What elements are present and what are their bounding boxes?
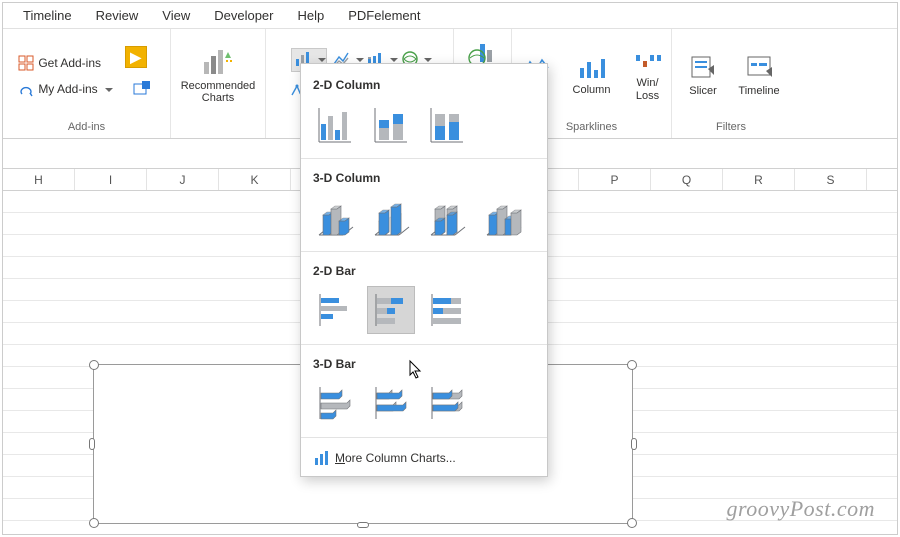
gallery-section-title: 2-D Bar <box>301 254 547 284</box>
chart-type-option[interactable] <box>367 379 415 427</box>
resize-handle[interactable] <box>89 518 99 528</box>
sparkline-column-icon <box>578 56 606 80</box>
chart-type-option[interactable] <box>311 286 359 334</box>
chart-type-option[interactable] <box>423 100 471 148</box>
resize-handle[interactable] <box>627 360 637 370</box>
more-column-charts-label: More Column Charts... <box>335 451 456 465</box>
resize-handle[interactable] <box>89 438 95 450</box>
sparkline-column-button[interactable]: Column <box>568 37 616 115</box>
timeline-label: Timeline <box>738 85 779 98</box>
watermark-text: groovyPost.com <box>726 496 875 522</box>
get-addins-button[interactable]: Get Add-ins <box>14 52 105 74</box>
tab-review[interactable]: Review <box>84 4 151 27</box>
more-column-charts-button[interactable]: More Column Charts... <box>301 440 547 476</box>
my-addins-label: My Add-ins <box>38 82 97 96</box>
chart-type-option[interactable] <box>367 100 415 148</box>
resize-handle[interactable] <box>357 522 369 528</box>
timeline-button[interactable]: Timeline <box>735 37 783 115</box>
get-addins-label: Get Add-ins <box>38 56 101 70</box>
tab-view[interactable]: View <box>150 4 202 27</box>
filters-group-label: Filters <box>716 119 746 136</box>
slicer-label: Slicer <box>689 85 717 98</box>
column-header[interactable] <box>867 169 900 190</box>
column-header[interactable]: H <box>3 169 75 190</box>
resize-handle[interactable] <box>631 438 637 450</box>
tab-help[interactable]: Help <box>286 4 337 27</box>
sparklines-group-label: Sparklines <box>566 119 617 136</box>
chart-type-option[interactable] <box>423 379 471 427</box>
chart-type-option[interactable] <box>311 193 359 241</box>
slicer-button[interactable]: Slicer <box>679 37 727 115</box>
sparkline-winloss-icon <box>634 49 662 73</box>
column-header[interactable]: K <box>219 169 291 190</box>
column-header[interactable]: P <box>579 169 651 190</box>
column-header[interactable]: Q <box>651 169 723 190</box>
sparkline-column-label: Column <box>573 84 611 97</box>
tab-developer[interactable]: Developer <box>202 4 285 27</box>
recommended-charts-button[interactable]: Recommended Charts <box>174 37 262 115</box>
bing-maps-button[interactable]: ▶ <box>125 46 147 68</box>
column-header[interactable]: R <box>723 169 795 190</box>
column-chart-gallery: 2-D Column 3-D Column 2-D Bar 3-D Bar More C… <box>300 63 548 477</box>
mouse-cursor <box>409 360 421 378</box>
my-addins-button[interactable]: My Add-ins <box>14 78 116 100</box>
slicer-icon <box>690 55 716 81</box>
addins-group-label: Add-ins <box>68 119 105 136</box>
chart-type-option[interactable] <box>311 379 359 427</box>
chart-type-option[interactable] <box>311 100 359 148</box>
chart-type-option[interactable] <box>423 286 471 334</box>
chart-type-option[interactable] <box>479 193 527 241</box>
tab-pdfelement[interactable]: PDFelement <box>336 4 432 27</box>
recommended-charts-icon <box>201 48 235 76</box>
sparkline-winloss-button[interactable]: Win/ Loss <box>624 37 672 115</box>
visio-visualizer-button[interactable] <box>125 72 159 106</box>
timeline-icon <box>746 55 772 81</box>
column-chart-icon <box>313 450 329 466</box>
chart-type-option[interactable] <box>367 193 415 241</box>
column-header[interactable]: I <box>75 169 147 190</box>
resize-handle[interactable] <box>627 518 637 528</box>
gallery-section-title: 3-D Bar <box>301 347 547 377</box>
column-header[interactable]: J <box>147 169 219 190</box>
tab-timeline[interactable]: Timeline <box>11 4 84 27</box>
sparkline-winloss-label: Win/ Loss <box>636 77 659 102</box>
gallery-section-title: 3-D Column <box>301 161 547 191</box>
gallery-section-title: 2-D Column <box>301 68 547 98</box>
column-header[interactable]: S <box>795 169 867 190</box>
my-addins-dropdown[interactable] <box>102 82 113 96</box>
chart-type-option[interactable] <box>367 286 415 334</box>
recommended-charts-label: Recommended Charts <box>181 80 256 104</box>
resize-handle[interactable] <box>89 360 99 370</box>
chart-type-option[interactable] <box>423 193 471 241</box>
